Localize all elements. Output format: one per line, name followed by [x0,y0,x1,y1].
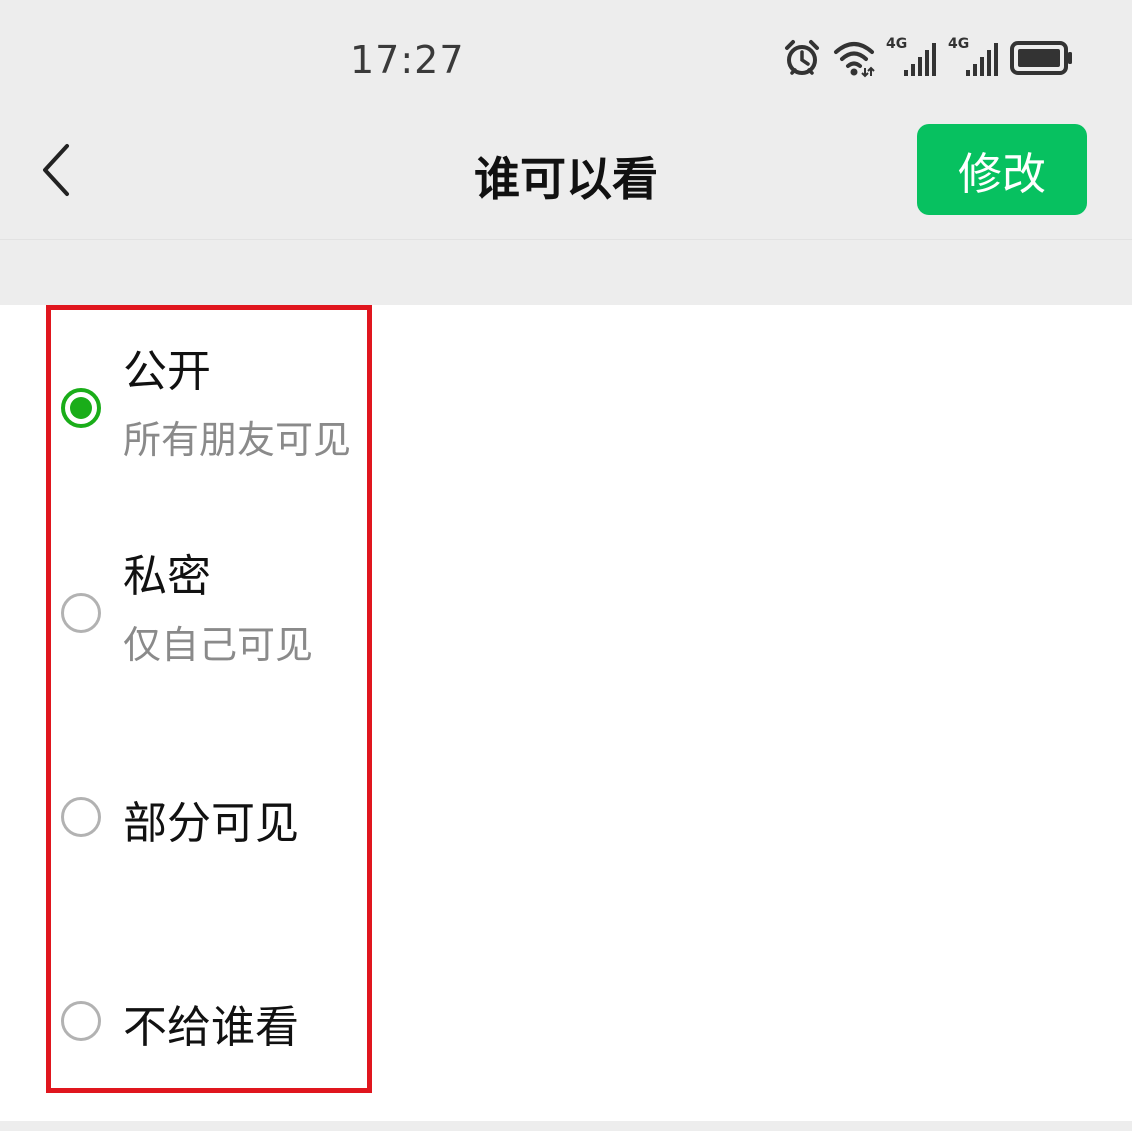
status-time: 17:27 [350,38,465,82]
option-public[interactable]: 公开 所有朋友可见 [0,305,1132,510]
nav-bar: 谁可以看 修改 [0,115,1132,240]
bottom-strip [0,1121,1132,1131]
cellular-4g-icon: 4G [948,36,1000,80]
wifi-icon [832,38,876,82]
alarm-icon [782,38,822,82]
option-title: 公开 [123,346,211,397]
option-subtitle: 所有朋友可见 [123,418,352,462]
section-gap [0,240,1132,305]
option-private[interactable]: 私密 仅自己可见 [0,510,1132,715]
radio-unselected[interactable] [61,593,101,633]
option-exclude[interactable]: 不给谁看 [0,920,1132,1121]
radio-selected[interactable] [61,388,101,428]
option-title: 不给谁看 [123,1002,299,1053]
option-subtitle: 仅自己可见 [123,623,314,667]
radio-unselected[interactable] [61,797,101,837]
visibility-options-list: 公开 所有朋友可见 私密 仅自己可见 部分可见 不给谁看 [0,305,1132,1121]
modify-button[interactable]: 修改 [917,124,1087,215]
option-title: 私密 [123,551,211,602]
cellular-4g-icon: 4G [886,36,938,80]
status-bar: 17:27 4G 4G [0,0,1132,115]
status-icons: 4G 4G [782,36,1074,82]
radio-unselected[interactable] [61,1001,101,1041]
option-partial[interactable]: 部分可见 [0,715,1132,920]
option-title: 部分可见 [123,798,299,849]
battery-icon [1010,38,1074,82]
